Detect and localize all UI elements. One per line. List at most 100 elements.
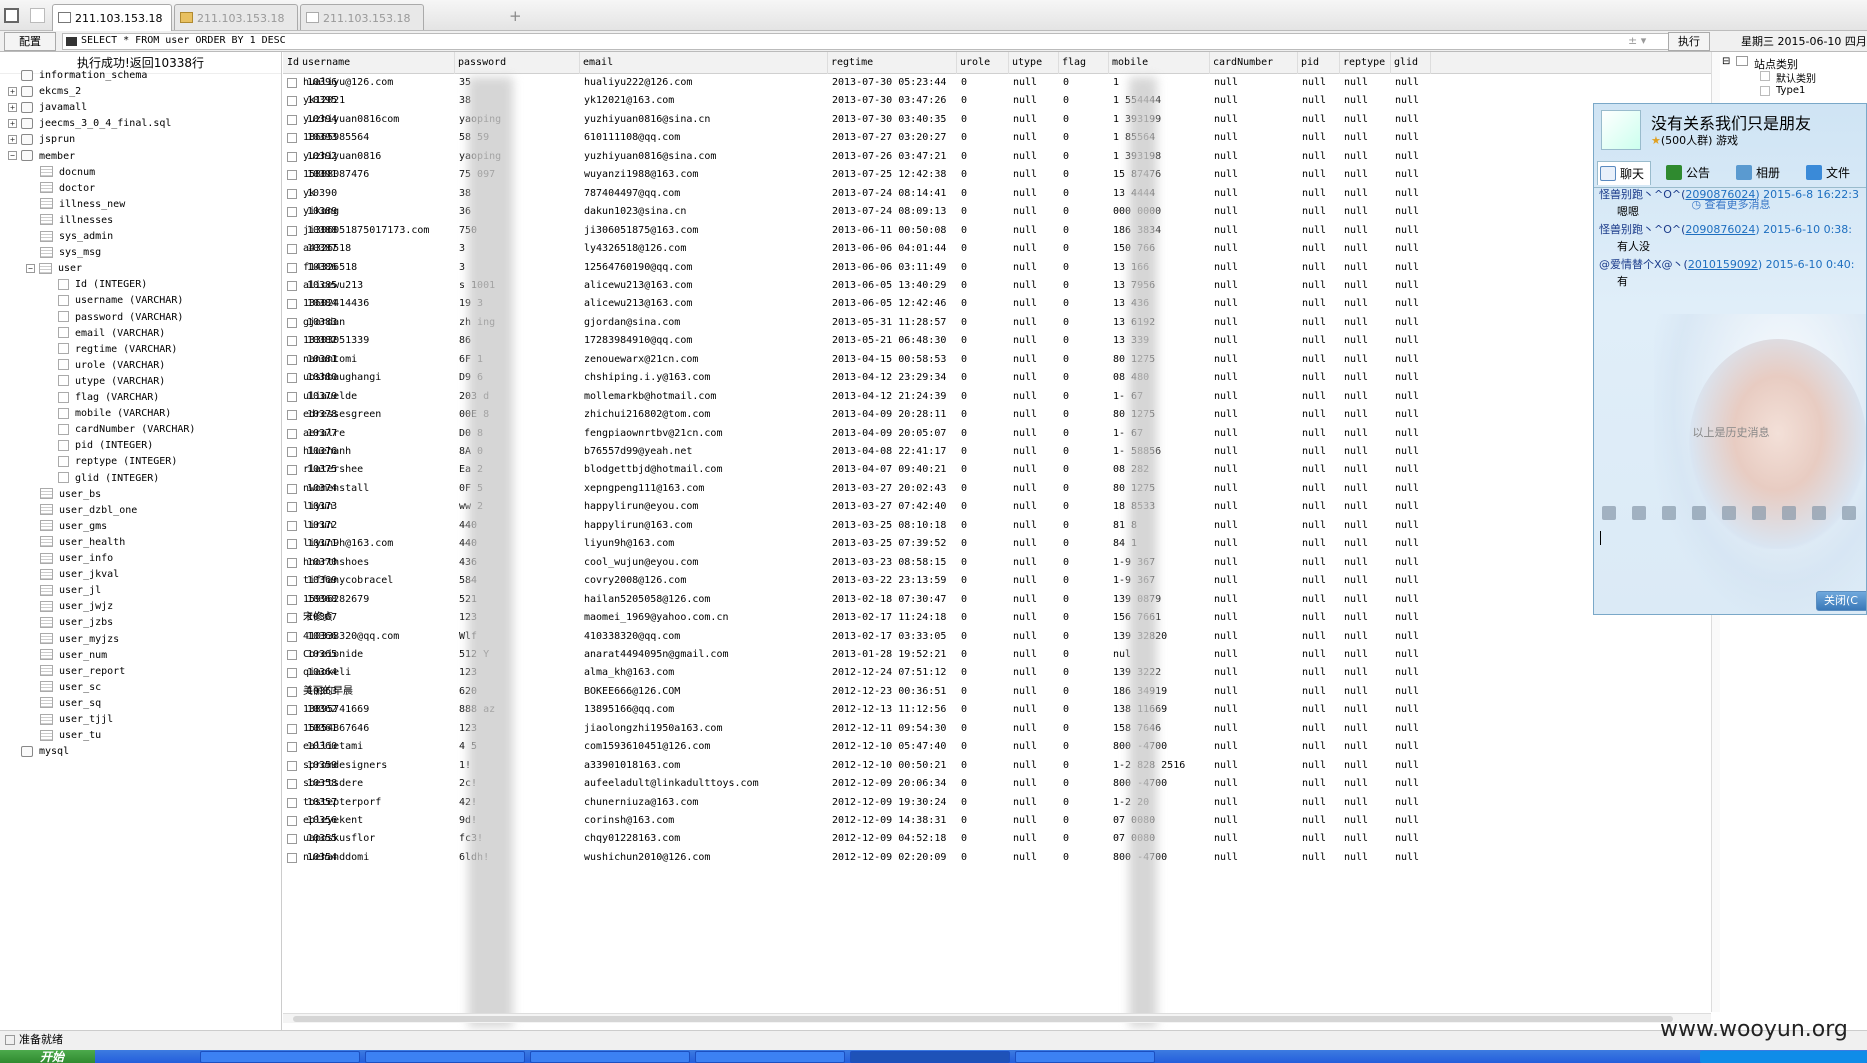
column-header-urole[interactable]: urole <box>957 52 1009 74</box>
taskbar-item[interactable] <box>200 1051 360 1063</box>
tree-node[interactable]: user_info <box>40 551 113 567</box>
config-button[interactable]: 配置 <box>4 32 56 51</box>
upload-icon[interactable] <box>1752 506 1766 520</box>
tree-node[interactable]: user_tu <box>40 728 101 744</box>
row-checkbox[interactable] <box>287 170 297 181</box>
qq-id-link[interactable]: 2090876024 <box>1685 223 1755 236</box>
tree-node[interactable]: user_health <box>40 535 125 551</box>
tree-node[interactable]: user_bs <box>40 487 101 503</box>
column-header-flag[interactable]: flag <box>1059 52 1109 74</box>
tab-files[interactable]: 文件 <box>1804 161 1850 185</box>
row-checkbox[interactable] <box>287 557 297 568</box>
row-checkbox[interactable] <box>287 594 297 605</box>
row-checkbox[interactable] <box>287 151 297 162</box>
tree-node[interactable]: password (VARCHAR) <box>58 310 183 326</box>
new-tab-button[interactable]: + <box>509 7 522 25</box>
expand-icon[interactable]: + <box>8 102 17 112</box>
column-header-cardnumber[interactable]: cardNumber <box>1210 52 1298 74</box>
row-checkbox[interactable] <box>287 114 297 125</box>
tree-node[interactable]: user_myjzs <box>40 632 119 648</box>
window-icon[interactable] <box>30 8 45 23</box>
tree-node[interactable]: username (VARCHAR) <box>58 293 183 309</box>
column-header-password[interactable]: password <box>455 52 580 74</box>
tree-node[interactable]: user_jzbs <box>40 615 113 631</box>
row-checkbox[interactable] <box>287 78 297 88</box>
row-checkbox[interactable] <box>287 852 297 863</box>
collapse-icon[interactable]: − <box>26 263 35 273</box>
row-checkbox[interactable] <box>287 317 297 328</box>
expand-icon[interactable]: + <box>8 86 17 96</box>
start-button[interactable]: 开始 <box>0 1050 95 1063</box>
row-checkbox[interactable] <box>287 225 297 236</box>
row-checkbox[interactable] <box>287 336 297 347</box>
row-checkbox[interactable] <box>287 520 297 531</box>
row-checkbox[interactable] <box>287 742 297 753</box>
column-header-utype[interactable]: utype <box>1009 52 1059 74</box>
row-checkbox[interactable] <box>287 428 297 439</box>
row-checkbox[interactable] <box>287 686 297 697</box>
sql-input[interactable]: SELECT * FROM user ORDER BY 1 DESC <box>62 33 1672 50</box>
tree-node[interactable]: user_jkval <box>40 567 119 583</box>
tree-node[interactable]: user_sc <box>40 680 101 696</box>
close-button[interactable]: 关闭(C <box>1816 591 1866 611</box>
row-checkbox[interactable] <box>287 262 297 273</box>
tab-album[interactable]: 相册 <box>1734 161 1780 185</box>
qq-id-link[interactable]: 2010159092 <box>1688 258 1758 271</box>
tree-node[interactable]: user_num <box>40 648 107 664</box>
tree-node[interactable]: doctor <box>40 181 95 197</box>
horizontal-scrollbar[interactable] <box>283 1013 1711 1023</box>
tree-node[interactable]: user_jwjz <box>40 599 113 615</box>
row-checkbox[interactable] <box>287 96 297 107</box>
column-header-email[interactable]: email <box>580 52 828 74</box>
tree-node[interactable]: Id (INTEGER) <box>58 277 147 293</box>
expand-icon[interactable]: + <box>8 134 17 144</box>
row-checkbox[interactable] <box>287 816 297 826</box>
row-checkbox[interactable] <box>287 133 297 144</box>
tab-2[interactable]: 211.103.153.18 <box>300 4 424 30</box>
column-header-mobile[interactable]: mobile <box>1109 52 1210 74</box>
tree-node[interactable]: docnum <box>40 165 95 181</box>
tree-node[interactable]: user_sq <box>40 696 101 712</box>
taskbar-item[interactable] <box>530 1051 690 1063</box>
row-checkbox[interactable] <box>287 373 297 384</box>
row-checkbox[interactable] <box>287 631 297 642</box>
tree-node[interactable]: + jeecms_3_0_4_final.sql <box>8 116 171 132</box>
column-header-username[interactable]: username <box>299 52 455 74</box>
row-checkbox[interactable] <box>287 539 297 550</box>
chat-input[interactable] <box>1598 529 1864 584</box>
tab-chat[interactable]: 聊天 <box>1597 161 1652 185</box>
column-header-pid[interactable]: pid <box>1298 52 1340 74</box>
tree-node[interactable]: − user <box>26 261 82 277</box>
row-checkbox[interactable] <box>287 723 297 734</box>
tree-node[interactable]: mysql <box>8 744 69 760</box>
scroll-thumb[interactable] <box>293 1016 1673 1022</box>
tree-node[interactable]: sys_msg <box>40 245 101 261</box>
tab-1[interactable]: 211.103.153.18 <box>174 4 298 30</box>
row-checkbox[interactable] <box>287 207 297 218</box>
row-checkbox[interactable] <box>287 779 297 790</box>
tree-node[interactable]: + jsprun <box>8 132 75 148</box>
row-checkbox[interactable] <box>287 797 297 808</box>
taskbar-item[interactable] <box>365 1051 525 1063</box>
row-checkbox[interactable] <box>287 410 297 421</box>
sql-controls[interactable]: ± ▾ <box>1628 34 1646 47</box>
scissors-icon[interactable] <box>1812 506 1826 520</box>
taskbar-item[interactable] <box>1015 1051 1155 1063</box>
row-checkbox[interactable] <box>287 760 297 771</box>
tree-node[interactable]: urole (VARCHAR) <box>58 358 165 374</box>
row-checkbox[interactable] <box>287 188 297 199</box>
image-icon[interactable] <box>1722 506 1736 520</box>
tree-node[interactable]: user_dzbl_one <box>40 503 137 519</box>
tree-node[interactable]: pid (INTEGER) <box>58 438 153 454</box>
tab-notice[interactable]: 公告 <box>1664 161 1710 185</box>
column-header-regtime[interactable]: regtime <box>828 52 957 74</box>
collapse-icon[interactable]: − <box>8 151 17 160</box>
tree-node[interactable]: + javamall <box>8 100 87 116</box>
row-checkbox[interactable] <box>287 576 297 587</box>
tree-node[interactable]: illnesses <box>40 213 113 229</box>
category-default[interactable]: 默认类别 <box>1776 70 1816 85</box>
tree-node[interactable]: reptype (INTEGER) <box>58 454 177 470</box>
more-icon[interactable] <box>1842 506 1856 520</box>
column-header-glid[interactable]: glid <box>1391 52 1431 74</box>
row-checkbox[interactable] <box>287 280 297 291</box>
